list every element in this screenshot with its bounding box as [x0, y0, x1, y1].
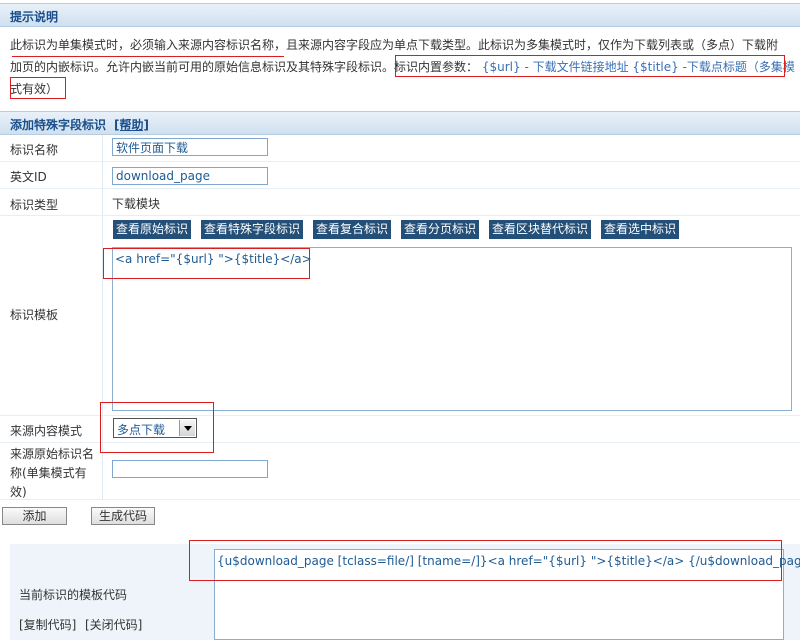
tips-line-2: 加页的内嵌标识。允许内嵌当前可用的原始信息标识及其特殊字段标识。 [10, 60, 395, 74]
name-input[interactable] [112, 138, 268, 156]
source-name-label: 来源原始标识名称(单集模式有效) [10, 447, 95, 499]
row-source-name: 来源原始标识名称(单集模式有效) [0, 443, 800, 500]
code-textarea[interactable]: {u$download_page [tclass=file/] [tname=/… [214, 549, 800, 640]
template-textarea[interactable]: <a href="{$url} ">{$title}</a> [112, 247, 792, 411]
tips-line-1: 此标识为单集模式时，必须输入来源内容标识名称，且来源内容字段应为单点下载类型。此… [10, 38, 779, 52]
tips-text: 此标识为单集模式时，必须输入来源内容标识名称，且来源内容字段应为单点下载类型。此… [10, 34, 795, 100]
view-composite-tag-button[interactable]: 查看复合标识 [313, 220, 392, 239]
close-code-link[interactable]: [关闭代码] [85, 616, 142, 633]
tips-params-label: 标识内置参数： [394, 60, 479, 74]
tips-line-3: 式有效） [10, 82, 59, 96]
code-label: 当前标识的模板代码 [19, 588, 128, 602]
view-raw-tag-button[interactable]: 查看原始标识 [113, 220, 192, 239]
template-label: 标识模板 [10, 308, 59, 322]
copy-code-link[interactable]: [复制代码] [19, 616, 76, 633]
source-mode-select[interactable]: 多点下载 [113, 418, 197, 438]
tips-title: 提示说明 [10, 10, 59, 24]
tips-header: 提示说明 [0, 3, 800, 27]
code-panel: 当前标识的模板代码 [复制代码] [关闭代码] {u$download_page… [10, 544, 800, 640]
section-title: 添加特殊字段标识 [10, 118, 107, 132]
row-source-mode: 来源内容模式 多点下载 [0, 416, 800, 443]
source-mode-value: 多点下载 [117, 423, 166, 437]
row-type: 标识类型 下载模块 [0, 189, 800, 216]
name-label: 标识名称 [10, 143, 59, 157]
source-name-input[interactable] [112, 460, 268, 478]
code-text: {u$download_page [tclass=file/] [tname=/… [217, 554, 800, 568]
chevron-down-icon[interactable] [179, 420, 195, 436]
template-text: <a href="{$url} ">{$title}</a> [115, 252, 312, 266]
highlight-underline [12, 56, 284, 57]
view-pagination-tag-button[interactable]: 查看分页标识 [401, 220, 480, 239]
row-en-id: 英文ID [0, 162, 800, 189]
en-id-input[interactable] [112, 167, 268, 185]
view-block-replace-tag-button[interactable]: 查看区块替代标识 [489, 220, 592, 239]
add-button[interactable]: 添加 [2, 507, 67, 525]
tips-params: {$url} - 下载文件链接地址 {$title} -下载点标题（多集模 [478, 60, 795, 74]
type-label: 标识类型 [10, 198, 59, 212]
help-link[interactable]: [帮助] [114, 118, 149, 132]
section-header: 添加特殊字段标识 [帮助] [0, 111, 800, 135]
generate-code-button[interactable]: 生成代码 [91, 507, 155, 525]
row-template: 标识模板 查看原始标识 查看特殊字段标识 查看复合标识 查看分页标识 查看区块替… [0, 216, 800, 416]
row-name: 标识名称 [0, 135, 800, 162]
source-mode-label: 来源内容模式 [10, 424, 83, 438]
view-selected-tag-button[interactable]: 查看选中标识 [601, 220, 680, 239]
view-special-field-tag-button[interactable]: 查看特殊字段标识 [201, 220, 304, 239]
en-id-label: 英文ID [10, 170, 47, 184]
type-value: 下载模块 [112, 197, 161, 211]
